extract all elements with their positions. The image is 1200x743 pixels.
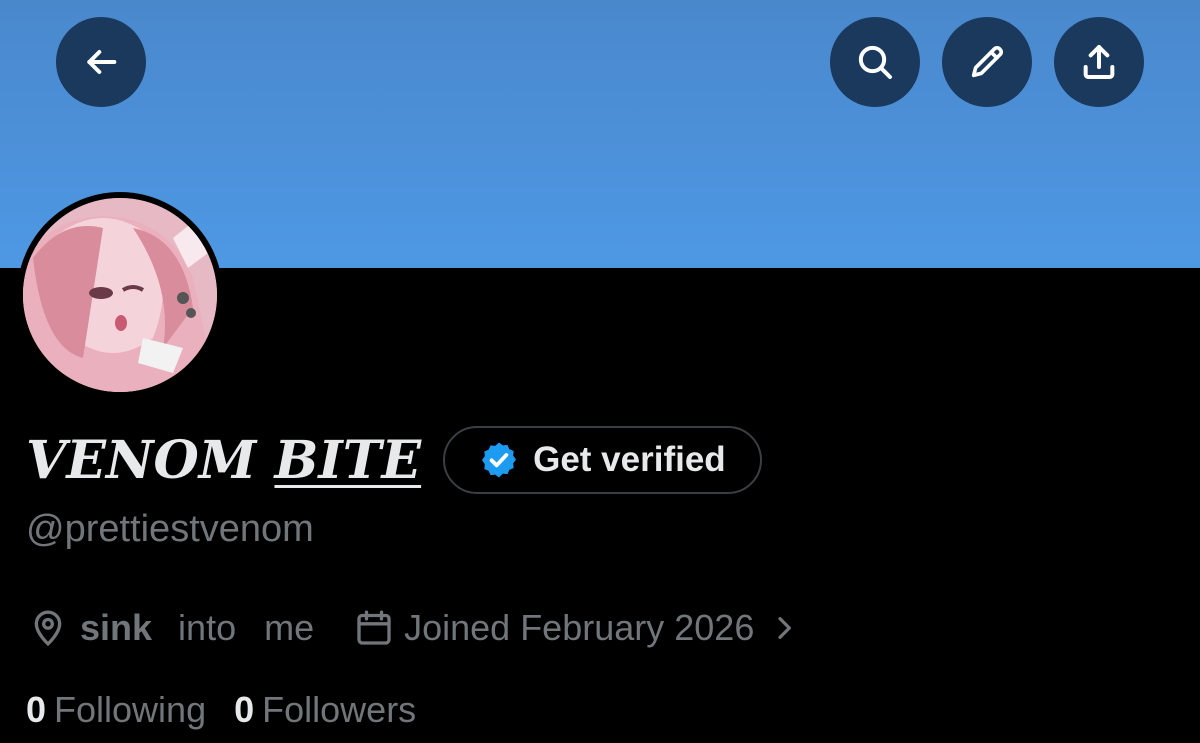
followers-label: Followers	[262, 689, 417, 730]
verified-badge-icon	[482, 442, 517, 478]
following-count: 0	[26, 689, 47, 730]
username-handle: @prettiestvenom	[26, 508, 314, 550]
location-pin-icon	[34, 610, 62, 647]
location-word-3: me	[264, 607, 315, 648]
followers-link[interactable]: 0 Followers	[234, 689, 416, 731]
get-verified-button[interactable]: Get verified	[443, 426, 762, 494]
name-row: VENOM BITE Get verified	[26, 424, 762, 496]
pencil-icon	[971, 45, 1004, 78]
following-link[interactable]: 0 Following	[26, 689, 206, 731]
back-button[interactable]	[56, 17, 146, 107]
share-button[interactable]	[1054, 17, 1144, 107]
joined-date[interactable]: Joined February 2026	[404, 607, 754, 649]
following-label: Following	[54, 689, 207, 730]
search-icon	[858, 45, 892, 79]
location-word-1: sink	[80, 607, 153, 648]
share-icon	[1083, 45, 1115, 79]
edit-button[interactable]	[942, 17, 1032, 107]
avatar[interactable]	[17, 192, 223, 398]
followers-count: 0	[234, 689, 255, 730]
arrow-left-icon	[87, 50, 117, 74]
chevron-right-icon[interactable]	[768, 612, 800, 644]
follow-stats: 0 Following 0 Followers	[26, 686, 416, 734]
search-button[interactable]	[830, 17, 920, 107]
calendar-icon	[357, 610, 391, 645]
profile-meta: sink into me Joined February 2026	[28, 602, 800, 654]
get-verified-label: Get verified	[533, 440, 726, 479]
display-name-part1: VENOM	[26, 429, 275, 491]
display-name-part2: BITE	[274, 429, 422, 491]
location-word-2: into	[178, 607, 237, 648]
display-name: VENOM BITE	[26, 430, 421, 491]
avatar-image	[23, 198, 217, 392]
